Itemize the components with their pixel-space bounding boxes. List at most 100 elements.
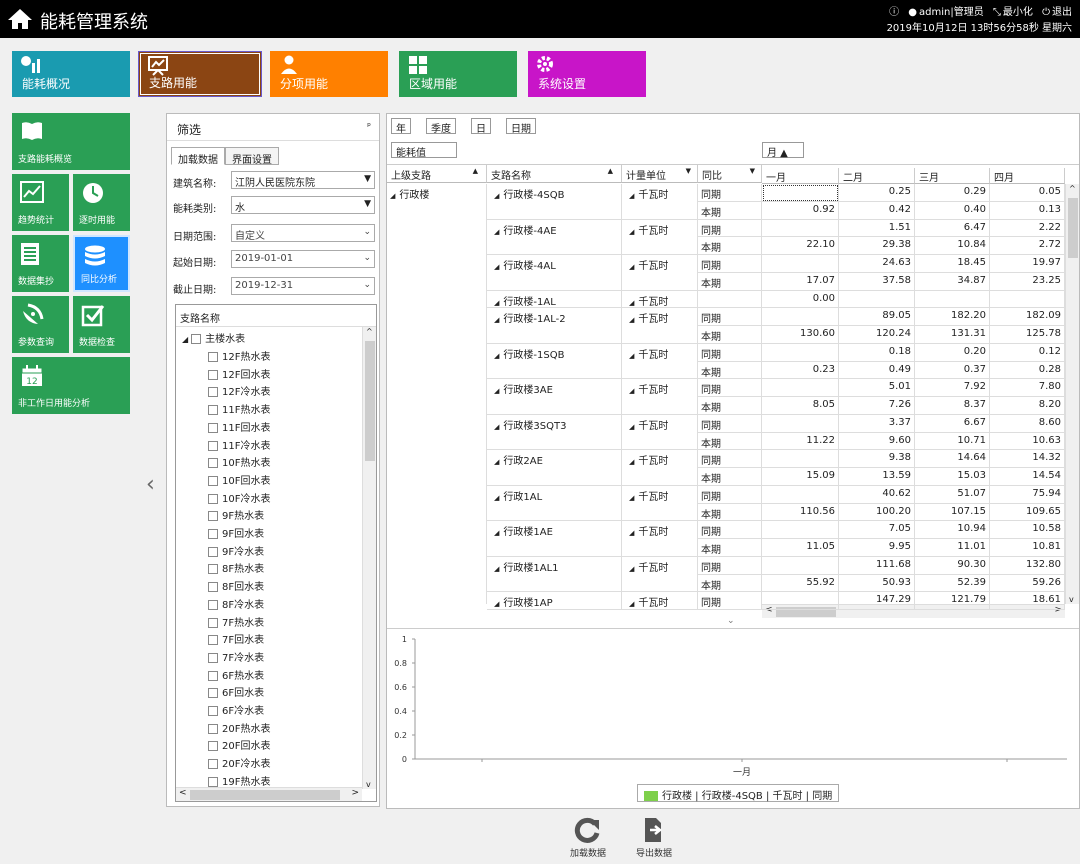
tree-item[interactable]: 8F冷水表	[208, 596, 264, 613]
col-compare[interactable]: 同比 ▼	[698, 165, 762, 183]
unit-cell[interactable]: ◢ 千瓦时	[622, 184, 698, 220]
value-cell[interactable]: 37.58	[839, 272, 915, 291]
compare-cell[interactable]	[698, 290, 762, 309]
value-cell[interactable]	[762, 414, 839, 433]
checkbox[interactable]	[208, 617, 218, 628]
parent-branch-cell[interactable]: ◢ 行政楼	[387, 184, 487, 604]
tree-item[interactable]: 20F回水表	[208, 737, 270, 754]
compare-cell[interactable]: 本期	[698, 503, 762, 522]
value-cell[interactable]	[762, 521, 839, 539]
value-cell[interactable]: 125.78	[990, 326, 1065, 344]
value-cell[interactable]: 0.12	[990, 343, 1065, 362]
value-cell[interactable]: 100.20	[839, 503, 915, 522]
branch-name-cell[interactable]: ◢ 行政楼-1SQB	[487, 343, 622, 380]
value-cell[interactable]: 15.03	[915, 468, 990, 486]
tree-item[interactable]: 9F热水表	[208, 507, 264, 524]
value-cell[interactable]: 0.49	[839, 361, 915, 380]
tab-itemized-energy[interactable]: 分项用能	[270, 51, 388, 97]
period-date-button[interactable]: 日期	[506, 118, 536, 135]
value-cell[interactable]	[762, 556, 839, 575]
value-cell[interactable]: 0.37	[915, 361, 990, 380]
unit-cell[interactable]: ◢ 千瓦时	[622, 308, 698, 344]
compare-cell[interactable]: 同期	[698, 521, 762, 539]
value-cell[interactable]: 0.00	[762, 290, 839, 309]
checkbox[interactable]	[208, 387, 218, 398]
value-cell[interactable]: 110.56	[762, 503, 839, 522]
value-cell[interactable]: 24.63	[839, 255, 915, 273]
tile-meter-reading[interactable]: 数据集抄	[12, 235, 69, 292]
unit-cell[interactable]: ◢ 千瓦时	[622, 343, 698, 380]
col-month-3[interactable]: 三月	[915, 168, 990, 184]
value-cell[interactable]: 6.67	[915, 414, 990, 433]
tree-item[interactable]: 7F回水表	[208, 631, 264, 648]
checkbox[interactable]	[208, 352, 218, 362]
expand-icon[interactable]: ◢	[629, 600, 634, 608]
checkbox[interactable]	[208, 706, 218, 716]
expand-icon[interactable]: ◢	[494, 494, 499, 502]
minimize-icon[interactable]: ⤡	[993, 7, 1001, 18]
value-cell[interactable]: 55.92	[762, 574, 839, 593]
expand-icon[interactable]: ◢	[494, 565, 499, 573]
expand-icon[interactable]: ◢	[629, 299, 634, 307]
expand-icon[interactable]: ◢	[494, 192, 499, 200]
tree-item[interactable]: 10F热水表	[208, 454, 270, 471]
value-cell[interactable]: 89.05	[839, 308, 915, 326]
value-cell[interactable]: 8.60	[990, 414, 1065, 433]
value-cell[interactable]: 10.84	[915, 237, 990, 255]
expand-icon[interactable]: ◢	[629, 458, 634, 466]
value-cell[interactable]	[990, 290, 1065, 309]
value-cell[interactable]	[839, 290, 915, 309]
tile-parameter-query[interactable]: 参数查询	[12, 296, 69, 353]
expand-icon[interactable]: ◢	[494, 299, 499, 307]
tab-system-settings[interactable]: 系统设置	[528, 51, 646, 97]
branch-name-cell[interactable]: ◢ 行政楼-4AL	[487, 255, 622, 291]
value-cell[interactable]: 17.07	[762, 272, 839, 291]
checkbox[interactable]	[208, 776, 218, 787]
checkbox[interactable]	[208, 546, 218, 557]
checkbox[interactable]	[208, 652, 218, 663]
compare-cell[interactable]: 本期	[698, 326, 762, 344]
value-cell[interactable]: 130.60	[762, 326, 839, 344]
expand-icon[interactable]: ◢	[629, 565, 634, 573]
tab-branch-energy[interactable]: 支路用能	[138, 51, 262, 97]
tree-item[interactable]: 6F回水表	[208, 684, 264, 701]
value-cell[interactable]: 0.28	[990, 361, 1065, 380]
date-range-select[interactable]: 自定义 ⌄	[231, 224, 375, 242]
tree-item[interactable]: 7F冷水表	[208, 649, 264, 666]
minimize-link[interactable]: 最小化	[1003, 7, 1033, 18]
tree-item[interactable]: 10F冷水表	[208, 490, 270, 507]
tile-nonworkday-analysis[interactable]: 12 非工作日用能分析	[12, 357, 130, 414]
value-cell[interactable]	[762, 485, 839, 504]
tree-item[interactable]: 8F回水表	[208, 578, 264, 595]
value-cell[interactable]	[762, 184, 839, 202]
unit-cell[interactable]: ◢ 千瓦时	[622, 379, 698, 415]
pin-icon[interactable]: ᵖ	[367, 122, 371, 132]
tile-data-check[interactable]: 数据检查	[73, 296, 130, 353]
compare-cell[interactable]: 本期	[698, 201, 762, 220]
unit-cell[interactable]: ◢ 千瓦时	[622, 556, 698, 593]
checkbox[interactable]	[208, 422, 218, 433]
unit-cell[interactable]: ◢ 千瓦时	[622, 255, 698, 291]
tile-trend[interactable]: 趋势统计	[12, 174, 69, 231]
checkbox[interactable]	[208, 599, 218, 610]
value-cell[interactable]: 9.38	[839, 450, 915, 468]
expand-icon[interactable]: ◢	[629, 192, 634, 200]
checkbox[interactable]	[208, 564, 218, 575]
value-cell[interactable]: 109.65	[990, 503, 1065, 522]
value-field-header[interactable]: 能耗值	[391, 142, 457, 159]
expand-icon[interactable]: ◢	[629, 263, 634, 271]
checkbox[interactable]	[208, 511, 218, 522]
tab-energy-overview[interactable]: 能耗概况	[12, 51, 130, 97]
checkbox[interactable]	[208, 529, 218, 539]
branch-name-cell[interactable]: ◢ 行政楼-1AL-2	[487, 308, 622, 344]
value-cell[interactable]: 0.18	[839, 343, 915, 362]
checkbox[interactable]	[191, 334, 202, 344]
value-cell[interactable]: 13.59	[839, 468, 915, 486]
branch-name-cell[interactable]: ◢ 行政楼3AE	[487, 379, 622, 415]
tile-yoy-analysis[interactable]: 同比分析	[73, 235, 130, 292]
tile-hourly[interactable]: 逐时用能	[73, 174, 130, 231]
expand-icon[interactable]: ◢	[494, 387, 499, 395]
value-cell[interactable]: 7.92	[915, 379, 990, 397]
tree-item[interactable]: 10F回水表	[208, 472, 270, 489]
expand-icon[interactable]: ◢	[494, 263, 499, 271]
